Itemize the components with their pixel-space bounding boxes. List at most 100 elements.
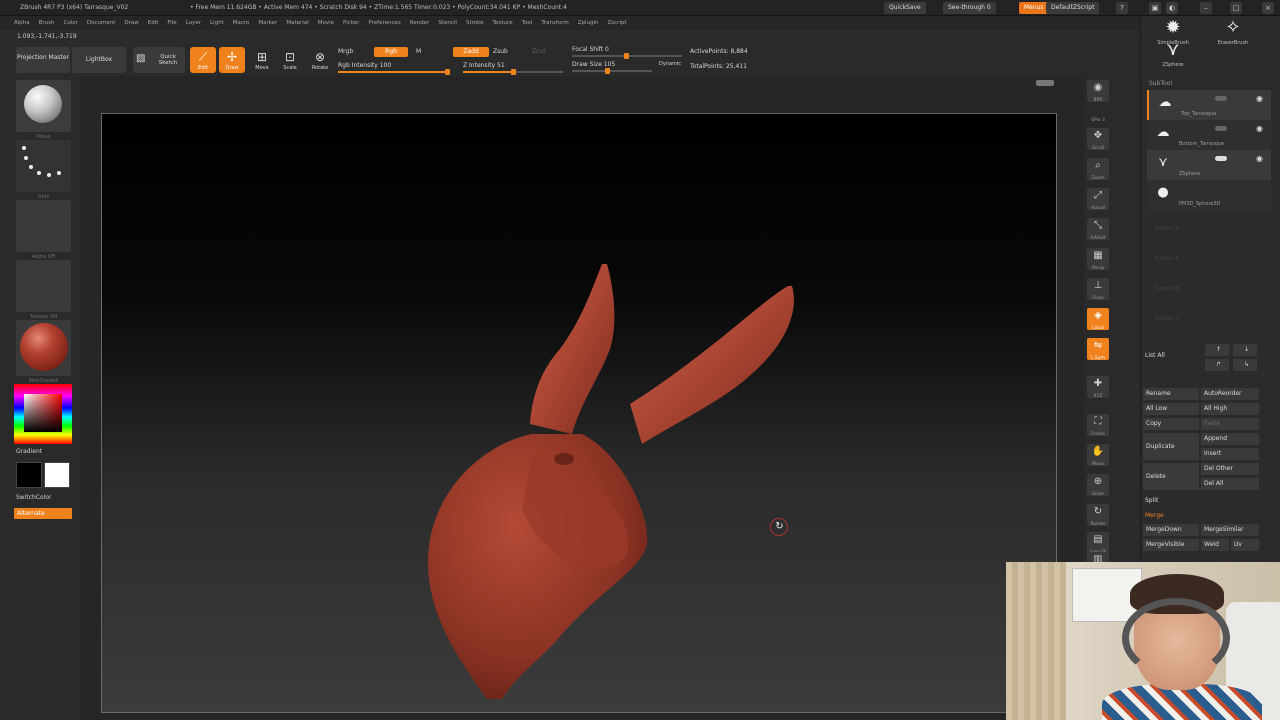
switch-color-button[interactable]: SwitchColor bbox=[16, 494, 52, 501]
focal-shift-knob[interactable] bbox=[624, 53, 629, 59]
tool-l-sym-button[interactable]: ⇋ L.Sym bbox=[1087, 338, 1109, 361]
material-picker[interactable]: SkinShade4 bbox=[16, 320, 71, 384]
tool-bpr-button[interactable]: ◉ BPR bbox=[1087, 80, 1109, 103]
draw-size-knob[interactable] bbox=[605, 68, 610, 74]
alternate-button[interactable]: Alternate bbox=[14, 508, 72, 519]
subtool-polypaint-toggle[interactable] bbox=[1215, 126, 1227, 131]
tool-xyz-button[interactable]: ✚ XYZ bbox=[1087, 376, 1109, 399]
menu-zscript[interactable]: Zscript bbox=[607, 16, 626, 26]
arrow-up-icon[interactable]: ↑ bbox=[1205, 344, 1229, 356]
eraserbrush-thumb[interactable]: ✧ EraserBrush bbox=[1205, 16, 1261, 52]
menu-tool[interactable]: Tool bbox=[522, 16, 533, 26]
zadd-toggle[interactable]: Zadd bbox=[453, 47, 489, 57]
tool-local-button[interactable]: ◈ Local bbox=[1087, 308, 1109, 331]
texture-picker[interactable]: Texture Off bbox=[16, 260, 71, 320]
tool-scale-button[interactable]: ⊕ Scale bbox=[1087, 474, 1109, 497]
projection-master-button[interactable]: Projection Master bbox=[16, 47, 70, 73]
rgb-intensity-slider[interactable] bbox=[338, 69, 450, 75]
menu-marker[interactable]: Marker bbox=[258, 16, 277, 26]
menu-color[interactable]: Color bbox=[64, 16, 78, 26]
tool-persp-button[interactable]: ▦ Persp bbox=[1087, 248, 1109, 271]
zsub-toggle[interactable]: Zsub bbox=[493, 48, 508, 55]
quicksave-button[interactable]: QuickSave bbox=[884, 2, 926, 14]
menu-light[interactable]: Light bbox=[210, 16, 224, 26]
eye-icon[interactable]: ◉ bbox=[1256, 124, 1263, 133]
edit-button[interactable]: ⟋ Edit bbox=[190, 47, 216, 73]
autoreorder-button[interactable]: AutoReorder bbox=[1201, 388, 1259, 400]
draw-button[interactable]: ✢ Draw bbox=[219, 47, 245, 73]
menu-alpha[interactable]: Alpha bbox=[14, 16, 30, 26]
palette-icon[interactable]: ◐ bbox=[1166, 2, 1178, 14]
alpha-picker[interactable]: Alpha Off bbox=[16, 200, 71, 260]
copy-button[interactable]: Copy bbox=[1143, 418, 1199, 430]
dynamic-toggle[interactable]: Dynamic bbox=[659, 61, 681, 67]
subtool-polypaint-toggle[interactable] bbox=[1215, 96, 1227, 101]
tool-move-button[interactable]: ✋ Move bbox=[1087, 444, 1109, 467]
append-button[interactable]: Append bbox=[1201, 433, 1259, 445]
layout-icon[interactable]: ▣ bbox=[1149, 2, 1161, 14]
rgb-toggle[interactable]: Rgb bbox=[374, 47, 408, 57]
focal-shift-slider[interactable] bbox=[572, 53, 682, 59]
arrow-down-icon[interactable]: ↓ bbox=[1233, 344, 1257, 356]
tool-frame-button[interactable]: ⛶ Frame bbox=[1087, 414, 1109, 437]
move-up-icon[interactable]: ↱ bbox=[1205, 359, 1229, 371]
subtool-row[interactable]: ● PM3D_Sphere3D bbox=[1147, 180, 1271, 210]
menu-stencil[interactable]: Stencil bbox=[438, 16, 457, 26]
help-icon[interactable]: ? bbox=[1116, 2, 1128, 14]
menu-transform[interactable]: Transform bbox=[541, 16, 568, 26]
del-other-button[interactable]: Del Other bbox=[1201, 463, 1259, 475]
all-high-button[interactable]: All High bbox=[1201, 403, 1259, 415]
subtool-row[interactable]: ☁ ◉ Top_Tarrasque bbox=[1147, 90, 1271, 120]
zcut-toggle[interactable]: Zcut bbox=[532, 48, 546, 55]
menu-layer[interactable]: Layer bbox=[186, 16, 201, 26]
rename-button[interactable]: Rename bbox=[1143, 388, 1199, 400]
insert-button[interactable]: Insert bbox=[1201, 448, 1259, 460]
default-zscript-button[interactable]: DefaultZScript bbox=[1046, 2, 1100, 14]
brush-picker[interactable]: Move bbox=[16, 80, 71, 140]
menu-render[interactable]: Render bbox=[410, 16, 430, 26]
menu-document[interactable]: Document bbox=[87, 16, 116, 26]
menu-material[interactable]: Material bbox=[286, 16, 308, 26]
tool-aahalf-button[interactable]: ⤡ AAHalf bbox=[1087, 218, 1109, 241]
subtool-polypaint-toggle[interactable] bbox=[1215, 156, 1227, 161]
menu-preferences[interactable]: Preferences bbox=[368, 16, 400, 26]
rotate-button[interactable]: ⊗ Rotate bbox=[307, 47, 333, 73]
document-viewport[interactable] bbox=[101, 113, 1057, 713]
weld-toggle[interactable]: Weld bbox=[1201, 539, 1229, 551]
secondary-color-swatch[interactable] bbox=[16, 462, 42, 488]
tool-floor-button[interactable]: ⊥ Floor bbox=[1087, 278, 1109, 301]
mergedown-button[interactable]: MergeDown bbox=[1143, 524, 1199, 536]
z-intensity-knob[interactable] bbox=[511, 69, 516, 75]
menus-button[interactable]: Menus bbox=[1019, 2, 1049, 14]
tool-actual-button[interactable]: ⤢ Actual bbox=[1087, 188, 1109, 211]
merge-section[interactable]: Merge bbox=[1145, 512, 1164, 519]
paste-button[interactable]: Paste bbox=[1201, 418, 1259, 430]
menu-edit[interactable]: Edit bbox=[148, 16, 159, 26]
menu-brush[interactable]: Brush bbox=[39, 16, 55, 26]
tarrasque-model[interactable] bbox=[102, 114, 1057, 713]
see-through-slider[interactable]: See-through 0 bbox=[943, 2, 996, 14]
canvas-scroll-handle[interactable] bbox=[1036, 80, 1054, 86]
uv-toggle[interactable]: Uv bbox=[1231, 539, 1259, 551]
move-down-icon[interactable]: ↳ bbox=[1233, 359, 1257, 371]
mergevisible-button[interactable]: MergeVisible bbox=[1143, 539, 1199, 551]
gradient-toggle[interactable]: Gradient bbox=[16, 448, 42, 455]
menu-stroke[interactable]: Stroke bbox=[466, 16, 484, 26]
tool-spix-3-button[interactable]: SPix 3 bbox=[1087, 108, 1109, 123]
zsphere-thumb[interactable]: ⋎ ZSphere bbox=[1145, 38, 1201, 74]
draw-size-slider[interactable] bbox=[572, 68, 652, 74]
lightbox-button[interactable]: LightBox bbox=[72, 47, 126, 73]
stroke-picker[interactable]: Dots bbox=[16, 140, 71, 200]
minimize-icon[interactable]: – bbox=[1200, 2, 1212, 14]
maximize-icon[interactable]: □ bbox=[1230, 2, 1242, 14]
m-toggle[interactable]: M bbox=[416, 48, 421, 55]
quick-sketch-button[interactable]: ▧ Quick Sketch bbox=[133, 47, 185, 73]
color-picker[interactable] bbox=[14, 384, 72, 444]
tool-scroll-button[interactable]: ✥ Scroll bbox=[1087, 128, 1109, 151]
eye-icon[interactable]: ◉ bbox=[1256, 154, 1263, 163]
menu-picker[interactable]: Picker bbox=[343, 16, 359, 26]
tool-line-fill-button[interactable]: ▤Line Fill bbox=[1087, 532, 1109, 555]
move-button[interactable]: ⊞ Move bbox=[250, 47, 274, 73]
subtool-row[interactable]: ⋎ ◉ ZSphere bbox=[1147, 150, 1271, 180]
menu-file[interactable]: File bbox=[167, 16, 176, 26]
